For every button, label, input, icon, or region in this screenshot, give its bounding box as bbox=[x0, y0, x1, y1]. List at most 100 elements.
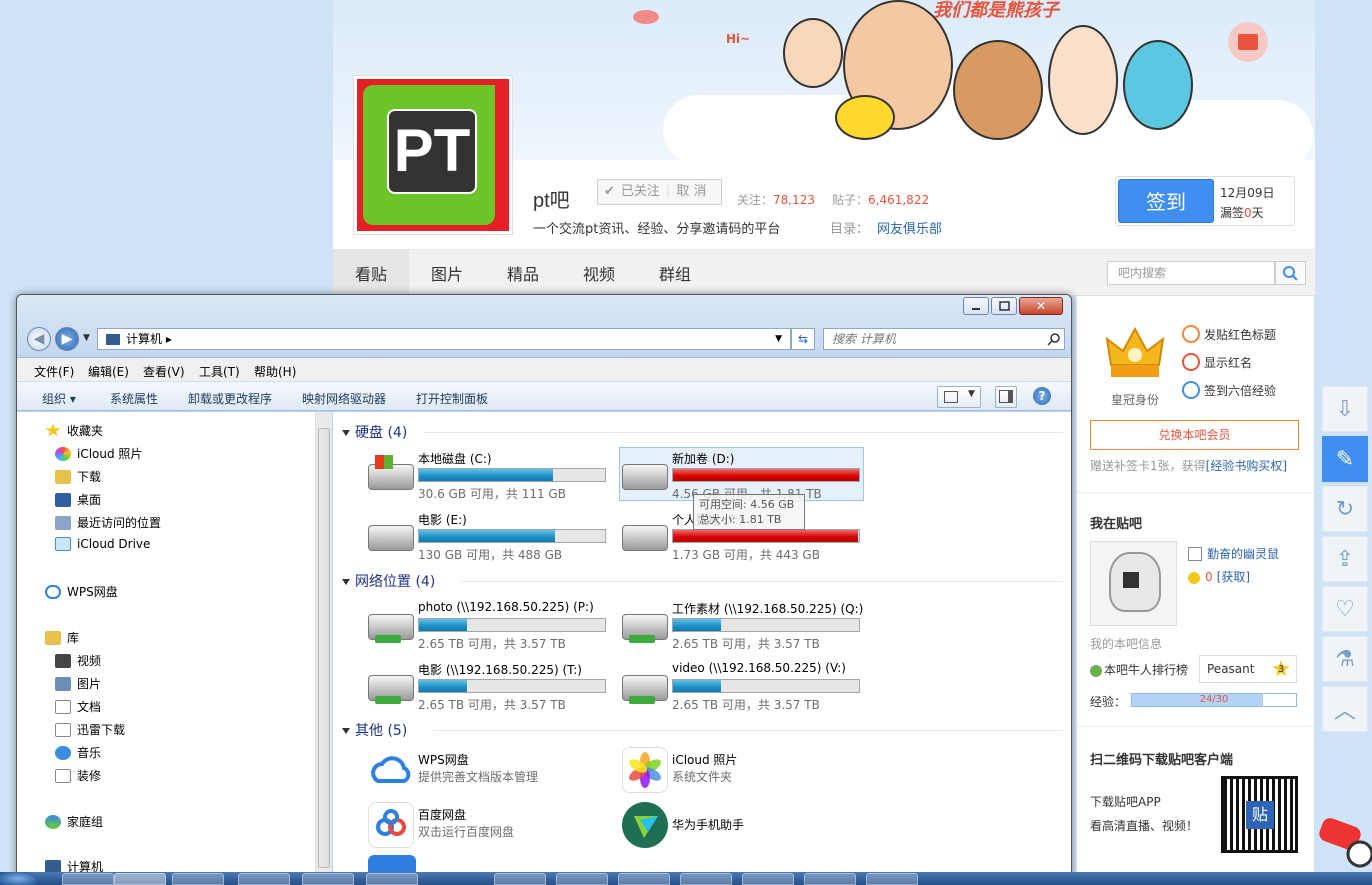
address-bar[interactable]: 计算机 ▸ ▼ bbox=[97, 328, 791, 350]
edit-icon[interactable]: ✎ bbox=[1322, 436, 1368, 482]
network-drive-p[interactable]: photo (\\192.168.50.225) (P:) 2.65 TB 可用… bbox=[366, 598, 611, 652]
nav-icloud-photos[interactable]: iCloud 照片 bbox=[55, 445, 142, 462]
cannon-icon[interactable] bbox=[1318, 810, 1372, 870]
network-drive-q[interactable]: 工作素材 (\\192.168.50.225) (Q:) 2.65 TB 可用，… bbox=[620, 598, 865, 652]
preview-pane-button[interactable] bbox=[995, 386, 1017, 408]
taskbar-item-explorer[interactable] bbox=[114, 873, 166, 885]
menu-tools[interactable]: 工具(T) bbox=[199, 363, 240, 380]
nav-music[interactable]: 音乐 bbox=[55, 744, 101, 761]
nav-thunder[interactable]: 迅雷下载 bbox=[55, 721, 125, 738]
nav-decoration[interactable]: 装修 bbox=[55, 767, 101, 784]
taskbar-item[interactable] bbox=[302, 873, 354, 885]
drive-e[interactable]: 电影 (E:) 130 GB 可用，共 488 GB bbox=[366, 509, 611, 563]
map-drive-button[interactable]: 映射网络驱动器 bbox=[302, 390, 386, 407]
nav-documents[interactable]: 文档 bbox=[55, 698, 101, 715]
user-name[interactable]: 勤奋的幽灵鼠 bbox=[1188, 545, 1279, 562]
nav-recent[interactable]: 最近访问的位置 bbox=[55, 514, 161, 531]
nav-downloads[interactable]: 下载 bbox=[55, 468, 101, 485]
tab-images[interactable]: 图片 bbox=[409, 250, 485, 296]
nav-videos[interactable]: 视频 bbox=[55, 652, 101, 669]
view-options-button[interactable]: ▼ bbox=[937, 386, 981, 408]
forum-name[interactable]: pt吧 bbox=[533, 184, 570, 213]
forward-button[interactable]: ▶ bbox=[55, 327, 79, 351]
nav-homegroup[interactable]: 家庭组 bbox=[45, 813, 103, 830]
sign-in-button[interactable]: 签到 bbox=[1118, 179, 1214, 223]
lab-icon[interactable]: ⚗ bbox=[1322, 636, 1368, 682]
nav-wps[interactable]: WPS网盘 bbox=[45, 583, 118, 600]
history-dropdown-icon[interactable]: ▼ bbox=[83, 333, 90, 343]
item-wps-cloud[interactable]: WPS网盘 提供完善文档版本管理 bbox=[366, 747, 611, 797]
nav-favorites[interactable]: 收藏夹 bbox=[45, 422, 103, 439]
search-icon[interactable] bbox=[1275, 261, 1306, 285]
tab-groups[interactable]: 群组 bbox=[637, 250, 713, 296]
nav-desktop[interactable]: 桌面 bbox=[55, 491, 101, 508]
refresh-icon[interactable]: ↻ bbox=[1322, 486, 1368, 532]
group-title-other[interactable]: 其他 (5) bbox=[355, 720, 407, 740]
taskbar-item[interactable] bbox=[618, 873, 670, 885]
nav-icloud-drive[interactable]: iCloud Drive bbox=[55, 537, 150, 551]
group-title-disks[interactable]: 硬盘 (4) bbox=[355, 422, 407, 442]
download-icon[interactable]: ⇩ bbox=[1322, 386, 1368, 432]
privilege-sign-exp[interactable]: 签到六倍经验 bbox=[1182, 381, 1276, 399]
item-baidu-netdisk[interactable]: 百度网盘 双击运行百度网盘 bbox=[366, 802, 611, 852]
tieba-search-input[interactable]: 吧内搜索 bbox=[1107, 261, 1275, 285]
catalog-link[interactable]: 网友俱乐部 bbox=[877, 222, 942, 237]
taskbar-item[interactable] bbox=[494, 873, 546, 885]
maximize-button[interactable] bbox=[991, 297, 1017, 315]
group-title-network[interactable]: 网络位置 (4) bbox=[355, 571, 435, 591]
nav-scrollbar[interactable] bbox=[315, 412, 332, 884]
minimize-button[interactable] bbox=[963, 297, 989, 315]
gift-icon[interactable] bbox=[1228, 22, 1268, 62]
collapse-icon[interactable] bbox=[342, 579, 350, 585]
search-icon[interactable] bbox=[1047, 332, 1061, 346]
start-button[interactable] bbox=[0, 872, 36, 885]
nav-pictures[interactable]: 图片 bbox=[55, 675, 101, 692]
drive-c[interactable]: 本地磁盘 (C:) 30.6 GB 可用，共 111 GB bbox=[366, 448, 611, 502]
control-panel-button[interactable]: 打开控制面板 bbox=[416, 390, 488, 407]
taskbar-item[interactable] bbox=[556, 873, 608, 885]
rank-link[interactable]: 本吧牛人排行榜 bbox=[1090, 661, 1188, 678]
back-button[interactable]: ◀ bbox=[27, 327, 51, 351]
collapse-icon[interactable] bbox=[342, 728, 350, 734]
level-badge[interactable]: Peasant 3 bbox=[1199, 655, 1297, 683]
item-icloud-photos[interactable]: iCloud 照片 系统文件夹 bbox=[620, 747, 865, 797]
exp-book-link[interactable]: [经验书购买权] bbox=[1206, 459, 1287, 473]
privilege-red-name[interactable]: 显示红名 bbox=[1182, 353, 1252, 371]
address-dropdown-icon[interactable]: ▼ bbox=[775, 329, 782, 349]
nav-library[interactable]: 库 bbox=[45, 629, 79, 646]
redeem-member-button[interactable]: 兑换本吧会员 bbox=[1090, 420, 1299, 450]
taskbar-item[interactable] bbox=[172, 873, 224, 885]
tab-featured[interactable]: 精品 bbox=[485, 250, 561, 296]
collapse-icon[interactable] bbox=[342, 430, 350, 436]
taskbar-item[interactable] bbox=[62, 873, 114, 885]
taskbar-item[interactable] bbox=[804, 873, 856, 885]
help-icon[interactable]: ? bbox=[1033, 387, 1051, 405]
menu-file[interactable]: 文件(F) bbox=[34, 363, 74, 380]
system-properties-button[interactable]: 系统属性 bbox=[110, 390, 158, 407]
refresh-button[interactable]: ⇆ bbox=[791, 328, 815, 350]
close-button[interactable]: ✕ bbox=[1019, 297, 1063, 315]
follow-button[interactable]: ✔ 已关注 | 取 消 bbox=[597, 179, 722, 205]
network-drive-v[interactable]: video (\\192.168.50.225) (V:) 2.65 TB 可用… bbox=[620, 659, 865, 713]
network-drive-t[interactable]: 电影 (\\192.168.50.225) (T:) 2.65 TB 可用，共 … bbox=[366, 659, 611, 713]
taskbar-item[interactable] bbox=[366, 873, 418, 885]
heart-icon[interactable]: ♡ bbox=[1322, 586, 1368, 632]
taskbar-item[interactable] bbox=[680, 873, 732, 885]
search-input[interactable]: 搜索 计算机 bbox=[823, 328, 1065, 350]
taskbar-item[interactable] bbox=[238, 873, 290, 885]
menu-edit[interactable]: 编辑(E) bbox=[88, 363, 129, 380]
tab-posts[interactable]: 看贴 bbox=[333, 250, 409, 296]
drive-d[interactable]: 新加卷 (D:) 4.56 GB 可用，共 1.81 TB bbox=[619, 447, 864, 501]
taskbar-item[interactable] bbox=[866, 873, 918, 885]
share-icon[interactable]: ⇪ bbox=[1322, 536, 1368, 582]
taskbar-item[interactable] bbox=[742, 873, 794, 885]
back-to-top-icon[interactable]: ︿ bbox=[1322, 686, 1368, 732]
organize-button[interactable]: 组织 ▾ bbox=[42, 390, 76, 407]
menu-help[interactable]: 帮助(H) bbox=[254, 363, 296, 380]
item-huawei-assistant[interactable]: 华为手机助手 bbox=[620, 802, 865, 852]
privilege-red-title[interactable]: 发贴红色标题 bbox=[1182, 325, 1276, 343]
avatar[interactable] bbox=[1090, 541, 1177, 626]
get-coins-link[interactable]: [获取] bbox=[1217, 570, 1250, 584]
unfollow-button[interactable]: 取 消 bbox=[670, 180, 712, 204]
uninstall-button[interactable]: 卸载或更改程序 bbox=[188, 390, 272, 407]
